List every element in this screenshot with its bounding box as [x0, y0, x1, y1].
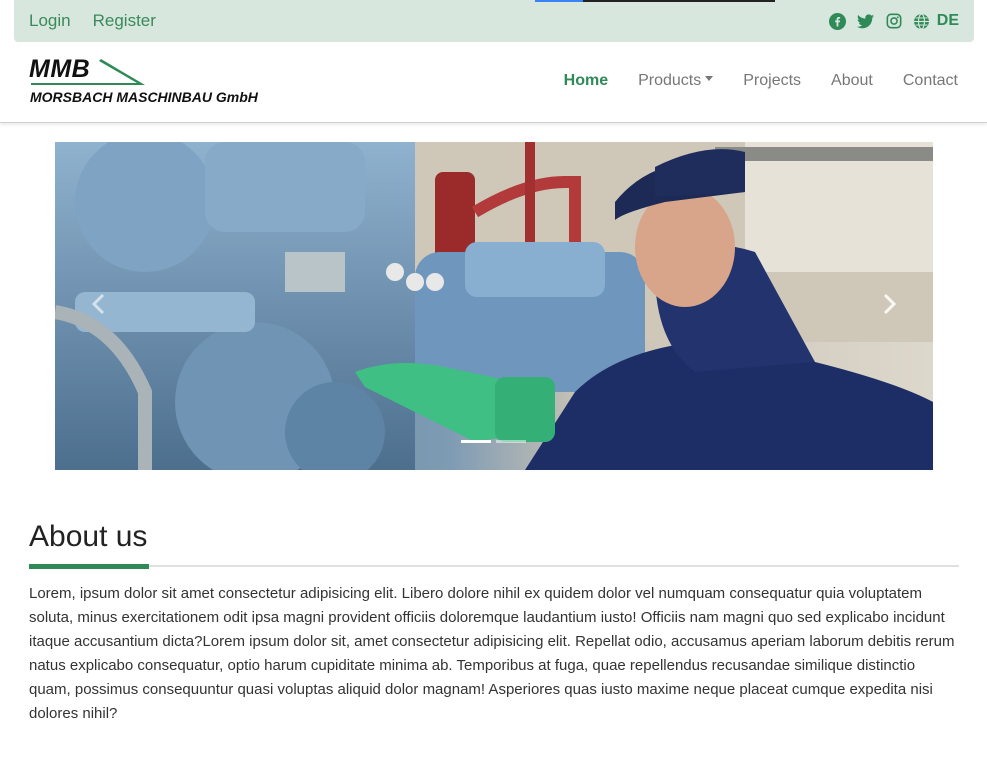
nav-products[interactable]: Products: [638, 72, 714, 90]
nav-projects[interactable]: Projects: [743, 72, 801, 90]
nav-contact[interactable]: Contact: [903, 72, 958, 90]
nav-about[interactable]: About: [831, 72, 873, 90]
instagram-icon[interactable]: [885, 12, 903, 30]
navbar: MMB MORSBACH MASCHINBAU GmbH Home Produc…: [0, 43, 987, 123]
nav-products-label: Products: [638, 72, 702, 89]
section-divider-accent: [29, 564, 149, 569]
caret-down-icon: [705, 76, 714, 82]
language-switch[interactable]: DE: [937, 12, 959, 30]
logo-short: MMB: [29, 55, 91, 83]
login-link[interactable]: Login: [29, 11, 71, 31]
top-bar: Login Register DE: [14, 0, 974, 42]
social-links: DE: [829, 12, 959, 30]
facebook-icon[interactable]: [829, 12, 847, 30]
scroll-indicator: [535, 0, 775, 2]
auth-links: Login Register: [29, 11, 156, 31]
carousel-slide-image: [55, 142, 933, 470]
carousel-indicator-2[interactable]: [496, 440, 526, 443]
carousel-next-button[interactable]: [879, 292, 899, 316]
chevron-left-icon: [91, 293, 105, 315]
company-logo[interactable]: MMB MORSBACH MASCHINBAU GmbH: [29, 55, 284, 109]
hero-carousel: [55, 142, 933, 470]
nav-home[interactable]: Home: [564, 72, 608, 90]
twitter-icon[interactable]: [857, 12, 875, 30]
about-body: Lorem, ipsum dolor sit amet consectetur …: [29, 585, 955, 722]
logo-company-name: MORSBACH MASCHINBAU GmbH: [30, 89, 258, 105]
carousel-indicators: [461, 440, 526, 443]
carousel-prev-button[interactable]: [89, 292, 109, 316]
register-link[interactable]: Register: [93, 11, 156, 31]
section-divider: [29, 564, 959, 569]
chevron-right-icon: [883, 293, 897, 315]
main-nav: Home Products Projects About Contact: [564, 72, 958, 90]
globe-icon[interactable]: [913, 12, 931, 30]
carousel-indicator-1[interactable]: [461, 440, 491, 443]
about-title: About us: [29, 520, 148, 553]
